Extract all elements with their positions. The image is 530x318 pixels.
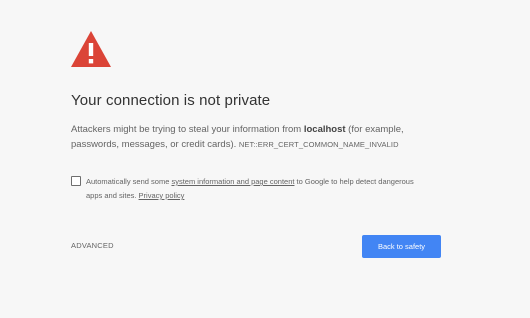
explanation-paragraph: Attackers might be trying to steal your …: [71, 122, 431, 152]
optin-label: Automatically send some system informati…: [86, 175, 421, 203]
host-name: localhost: [303, 124, 346, 135]
privacy-policy-link[interactable]: Privacy policy: [139, 191, 185, 200]
warning-triangle-icon: [70, 30, 112, 68]
page-title: Your connection is not private: [71, 92, 271, 109]
interstitial-page: Your connection is not private Attackers…: [0, 0, 530, 318]
extended-reporting-checkbox[interactable]: [71, 176, 81, 186]
back-to-safety-button[interactable]: Back to safety: [362, 235, 441, 258]
error-code: NET::ERR_CERT_COMMON_NAME_INVALID: [238, 140, 399, 149]
explanation-prefix: Attackers might be trying to steal your …: [71, 124, 304, 135]
system-information-link[interactable]: system information and page content: [171, 177, 294, 186]
advanced-button[interactable]: ADVANCED: [71, 241, 114, 250]
optin-text-before: Automatically send some: [86, 177, 172, 186]
